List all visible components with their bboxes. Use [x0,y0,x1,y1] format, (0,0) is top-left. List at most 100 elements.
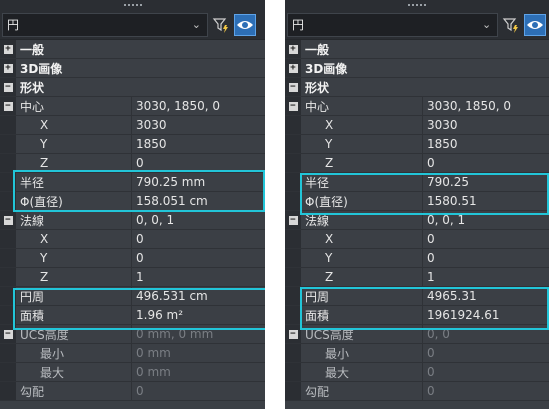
quick-select-button[interactable] [211,14,231,36]
category-label: 3D画像 [305,61,348,76]
property-row[interactable]: 勾配 0 [0,382,265,401]
expand-icon[interactable]: + [3,63,13,73]
property-row[interactable]: Y 1850 [285,135,549,154]
property-value[interactable]: 1961924.61 [422,306,549,324]
property-value[interactable]: 1 [422,268,549,286]
property-row[interactable]: − 法線 0, 0, 1 [0,211,265,230]
property-value[interactable]: 0 [422,230,549,248]
expand-icon[interactable]: + [288,63,298,73]
property-row[interactable]: X0 [0,230,265,249]
property-value[interactable]: 496.531 cm [131,287,265,305]
property-row[interactable]: 半径 790.25 mm [0,173,265,192]
property-row[interactable]: Y0 [0,249,265,268]
category-row[interactable]: + 一般 [285,40,549,59]
collapse-icon[interactable]: − [3,215,13,225]
row-gutter [285,135,301,153]
category-row[interactable]: +3D画像 [285,59,549,78]
category-label: 形状 [20,80,45,95]
property-row[interactable]: Z1 [0,268,265,287]
property-value[interactable]: 1850 [131,135,265,153]
property-row[interactable]: 半径 790.25 [285,173,549,192]
collapse-icon[interactable]: − [3,101,13,111]
object-type-select[interactable]: 円 ⌄ [2,12,208,37]
property-value[interactable]: 4965.31 [422,287,549,305]
category-row[interactable]: − 形状 [285,78,549,97]
property-row[interactable]: Z1 [285,268,549,287]
row-gutter [0,344,16,362]
property-row[interactable]: 勾配 0 [285,382,549,401]
object-type-select[interactable]: 円 ⌄ [287,12,499,37]
expand-icon[interactable]: + [3,44,13,54]
property-row[interactable]: − 法線 0, 0, 1 [285,211,549,230]
property-row[interactable]: 円周 496.531 cm [0,287,265,306]
property-row[interactable]: Z0 [0,154,265,173]
category-label: 一般 [305,42,330,57]
toggle-visibility-button[interactable] [524,13,547,36]
property-value[interactable]: 0 [422,249,549,267]
property-value[interactable]: 3030, 1850, 0 [131,97,265,115]
property-value[interactable]: 0 [131,249,265,267]
property-row[interactable]: 面積 1961924.61 [285,306,549,325]
property-row[interactable]: − UCS高度 0 mm, 0 mm [0,325,265,344]
property-row[interactable]: 最大 0 [285,363,549,382]
property-row[interactable]: Y0 [285,249,549,268]
collapse-icon[interactable]: − [288,215,298,225]
category-label: 形状 [305,80,330,95]
property-value[interactable]: 790.25 [422,173,549,191]
quick-select-button[interactable] [501,14,521,36]
property-row[interactable]: 円周 4965.31 [285,287,549,306]
row-gutter: − [0,97,16,115]
property-name: Y [40,251,48,265]
collapse-icon[interactable]: − [288,82,298,92]
property-row[interactable]: 最小 0 [285,344,549,363]
property-value[interactable]: 158.051 cm [131,192,265,210]
property-row[interactable]: − 中心 3030, 1850, 0 [285,97,549,116]
property-name: 法線 [305,213,330,228]
toggle-visibility-button[interactable] [234,13,256,36]
drag-grip[interactable] [0,0,265,10]
category-row[interactable]: − 形状 [0,78,265,97]
row-gutter [285,192,301,210]
category-row[interactable]: +3D画像 [0,59,265,78]
property-row[interactable]: X 3030 [0,116,265,135]
property-name: Z [40,156,49,170]
collapse-icon[interactable]: − [3,82,13,92]
property-row[interactable]: Z0 [285,154,549,173]
property-row[interactable]: X0 [285,230,549,249]
drag-grip[interactable] [285,0,549,10]
property-value[interactable]: 1850 [422,135,549,153]
collapse-icon[interactable]: − [288,101,298,111]
property-value[interactable]: 3030, 1850, 0 [422,97,549,115]
expand-icon[interactable]: + [288,44,298,54]
collapse-icon[interactable]: − [288,329,298,339]
property-value[interactable]: 1 [131,268,265,286]
property-value[interactable]: 0 [131,154,265,172]
property-row[interactable]: Y 1850 [0,135,265,154]
property-value: 0 [422,382,549,400]
property-row[interactable]: Φ(直径) 1580.51 [285,192,549,211]
category-row[interactable]: + 一般 [0,40,265,59]
property-row[interactable]: 最大 0 mm [0,363,265,382]
property-row[interactable]: − UCS高度 0, 0 [285,325,549,344]
property-name: 最小 [40,346,65,361]
property-row[interactable]: Φ(直径) 158.051 cm [0,192,265,211]
collapse-icon[interactable]: − [3,329,13,339]
property-value[interactable]: 790.25 mm [131,173,265,191]
property-value[interactable]: 0, 0, 1 [422,211,549,229]
property-row[interactable]: 最小 0 mm [0,344,265,363]
property-value[interactable]: 0 [131,230,265,248]
property-value[interactable]: 3030 [422,116,549,134]
property-value[interactable]: 3030 [131,116,265,134]
property-value[interactable]: 0 [422,154,549,172]
property-value[interactable]: 1.96 m² [131,306,265,324]
property-value[interactable]: 0, 0, 1 [131,211,265,229]
property-value: 0 [131,382,265,400]
property-row[interactable]: 面積 1.96 m² [0,306,265,325]
property-value[interactable]: 1580.51 [422,192,549,210]
property-row[interactable]: X 3030 [285,116,549,135]
property-name: 最小 [325,346,350,361]
property-row[interactable]: − 中心 3030, 1850, 0 [0,97,265,116]
row-gutter: + [285,40,301,58]
property-name: 勾配 [20,384,45,399]
properties-panel-left: 円 ⌄ + 一般 +3D画像 − 形状 − 中心 3030, 1850, 0 X 3030 Y 185… [0,0,265,409]
